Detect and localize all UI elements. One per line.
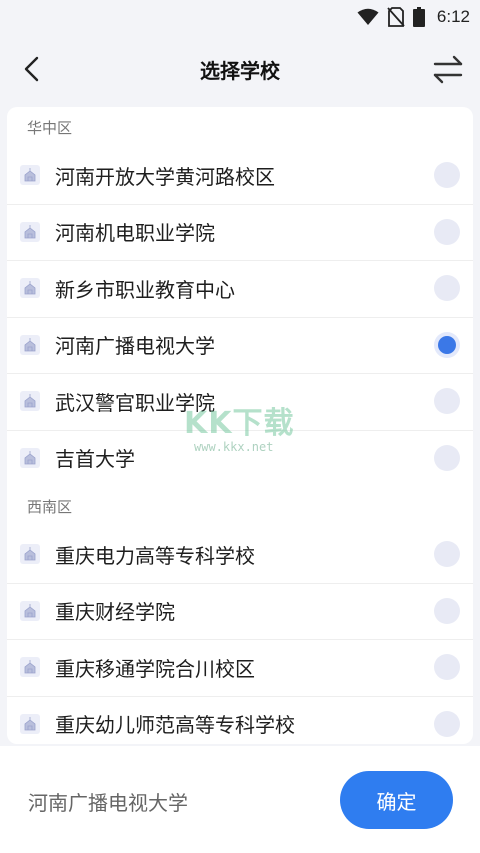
school-building-icon — [20, 657, 40, 678]
school-name: 新乡市职业教育中心 — [55, 277, 235, 302]
radio-unchecked[interactable] — [434, 275, 460, 302]
school-name: 重庆移通学院合川校区 — [55, 656, 255, 681]
section-header: 华中区 — [27, 119, 73, 137]
swap-icon[interactable] — [432, 54, 464, 84]
school-list-item[interactable]: 新乡市职业教育中心 — [7, 260, 473, 317]
school-building-icon — [20, 600, 40, 621]
school-list-item[interactable]: 武汉警官职业学院 — [7, 373, 473, 430]
school-list-item[interactable]: 重庆幼儿师范高等专科学校 — [7, 695, 473, 745]
selected-school-text: 河南广播电视大学 — [28, 791, 188, 815]
school-list-item[interactable]: 河南广播电视大学 — [7, 316, 473, 374]
no-sim-icon — [387, 7, 405, 27]
school-list-item[interactable]: 河南机电职业学院 — [7, 203, 473, 261]
school-building-icon — [20, 544, 40, 565]
school-list-item[interactable]: 吉首大学 — [7, 429, 473, 487]
school-name: 吉首大学 — [55, 447, 135, 472]
school-building-icon — [20, 713, 40, 734]
school-name: 重庆财经学院 — [55, 600, 175, 625]
section-header: 西南区 — [27, 498, 73, 516]
radio-unchecked[interactable] — [434, 541, 460, 568]
school-list-item[interactable]: 重庆电力高等专科学校 — [7, 526, 473, 583]
school-name: 武汉警官职业学院 — [55, 390, 215, 415]
radio-unchecked[interactable] — [434, 162, 460, 189]
school-building-icon — [20, 334, 40, 355]
wifi-icon — [357, 8, 379, 25]
status-time: 6:12 — [436, 7, 470, 26]
school-building-icon — [20, 165, 40, 186]
school-list[interactable]: 华中区河南开放大学黄河路校区 河南机电职业学院 新乡市职业教育中心 河南广播电视大学武… — [7, 107, 473, 744]
radio-unchecked[interactable] — [434, 654, 460, 681]
radio-unchecked[interactable] — [434, 597, 460, 624]
school-name: 河南机电职业学院 — [55, 221, 215, 246]
school-name: 河南开放大学黄河路校区 — [55, 164, 275, 189]
school-building-icon — [20, 447, 40, 468]
battery-icon — [412, 7, 425, 27]
confirm-button[interactable]: 确定 — [340, 771, 453, 829]
radio-unchecked[interactable] — [434, 444, 460, 471]
radio-checked[interactable] — [434, 331, 460, 358]
header: 选择学校 — [0, 34, 480, 104]
school-name: 重庆电力高等专科学校 — [55, 543, 255, 568]
school-list-item[interactable]: 河南开放大学黄河路校区 — [7, 147, 473, 204]
school-list-item[interactable]: 重庆财经学院 — [7, 582, 473, 640]
bottom-bar: 河南广播电视大学 确定 — [0, 746, 480, 853]
back-icon[interactable] — [18, 54, 48, 84]
radio-unchecked[interactable] — [434, 388, 460, 415]
school-list-item[interactable]: 重庆移通学院合川校区 — [7, 639, 473, 696]
school-name: 重庆幼儿师范高等专科学校 — [55, 713, 295, 738]
school-building-icon — [20, 221, 40, 242]
status-bar: 6:12 — [0, 0, 480, 34]
school-building-icon — [20, 391, 40, 412]
school-building-icon — [20, 278, 40, 299]
school-name: 河南广播电视大学 — [55, 334, 215, 359]
radio-unchecked[interactable] — [434, 218, 460, 245]
page-title: 选择学校 — [200, 58, 280, 83]
radio-unchecked[interactable] — [434, 710, 460, 737]
